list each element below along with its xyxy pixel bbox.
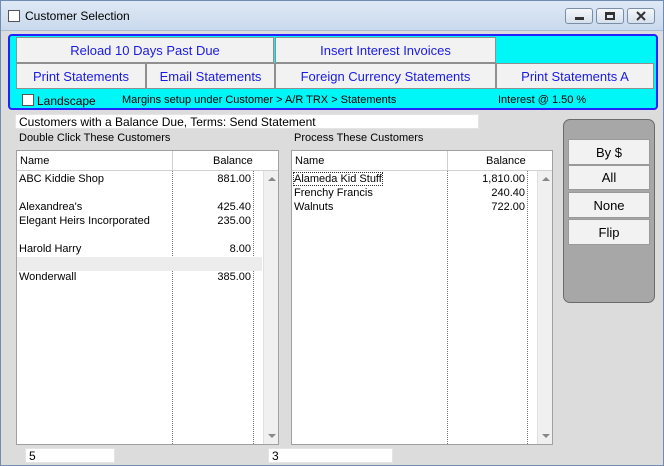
reload-past-due-button[interactable]: Reload 10 Days Past Due: [16, 37, 274, 63]
scroll-up-icon[interactable]: [542, 177, 550, 181]
close-button[interactable]: [627, 8, 655, 24]
scroll-up-icon[interactable]: [268, 177, 276, 181]
print-statements-button[interactable]: Print Statements: [16, 63, 146, 89]
list-item[interactable]: Elegant Heirs Incorporated 235.00: [17, 215, 262, 229]
list-item[interactable]: Alameda Kid Stuff 1,810.00: [292, 172, 536, 187]
select-none-button[interactable]: None: [568, 192, 650, 218]
close-icon: [636, 11, 646, 21]
list-item[interactable]: Wonderwall 385.00: [17, 271, 262, 285]
interest-rate: Interest @ 1.50 %: [498, 94, 587, 106]
select-all-button[interactable]: All: [568, 165, 650, 190]
right-list-label: Process These Customers: [294, 132, 424, 144]
title-bar: Customer Selection: [1, 1, 663, 31]
list-item[interactable]: [17, 229, 262, 243]
left-list-label: Double Click These Customers: [19, 132, 171, 144]
insert-interest-button[interactable]: Insert Interest Invoices: [275, 37, 496, 63]
minimize-button[interactable]: [565, 8, 593, 24]
filter-description: Customers with a Balance Due, Terms: Sen…: [15, 114, 479, 129]
right-count: 3: [268, 448, 393, 463]
sort-by-dollar-button[interactable]: By $: [568, 139, 650, 165]
list-item[interactable]: Alexandrea's 425.40: [17, 201, 262, 215]
name-column-header[interactable]: Name: [20, 155, 49, 167]
sort-select-panel: By $ All None Flip: [563, 119, 655, 303]
window-title: Customer Selection: [25, 9, 130, 23]
flip-selection-button[interactable]: Flip: [568, 219, 650, 245]
list-item[interactable]: Frenchy Francis 240.40: [292, 187, 536, 201]
process-customers-list[interactable]: Name Balance Alameda Kid Stuff 1,810.00 …: [291, 150, 553, 445]
name-column-header[interactable]: Name: [295, 155, 324, 167]
list-item[interactable]: ABC Kiddie Shop 881.00: [17, 173, 262, 187]
customer-selection-window: Customer Selection Reload 10 Days Past D…: [0, 0, 664, 466]
minimize-icon: [574, 17, 584, 20]
window-menu-checkbox[interactable]: [8, 10, 20, 22]
available-customers-list[interactable]: Name Balance ABC Kiddie Shop 881.00 Alex…: [16, 150, 279, 445]
statement-actions-panel: Reload 10 Days Past Due Insert Interest …: [8, 34, 658, 110]
list-item[interactable]: [17, 187, 262, 201]
list-item[interactable]: [17, 257, 262, 271]
left-list-scrollbar[interactable]: [263, 171, 278, 444]
balance-column-header[interactable]: Balance: [486, 155, 526, 167]
landscape-label: Landscape: [37, 94, 96, 108]
list-item[interactable]: Harold Harry 8.00: [17, 243, 262, 257]
scroll-down-icon[interactable]: [268, 434, 276, 438]
print-statements-a-button[interactable]: Print Statements A: [496, 63, 654, 89]
maximize-icon: [605, 12, 615, 20]
maximize-button[interactable]: [596, 8, 624, 24]
margins-note: Margins setup under Customer > A/R TRX >…: [122, 94, 397, 106]
balance-column-header[interactable]: Balance: [213, 155, 253, 167]
scroll-down-icon[interactable]: [542, 434, 550, 438]
email-statements-button[interactable]: Email Statements: [146, 63, 275, 89]
landscape-checkbox[interactable]: [22, 94, 34, 106]
list-header: Name Balance: [17, 151, 278, 171]
foreign-currency-statements-button[interactable]: Foreign Currency Statements: [275, 63, 496, 89]
list-item[interactable]: Walnuts 722.00: [292, 201, 536, 215]
list-header: Name Balance: [292, 151, 552, 171]
left-count: 5: [25, 448, 115, 463]
right-list-scrollbar[interactable]: [537, 171, 552, 444]
